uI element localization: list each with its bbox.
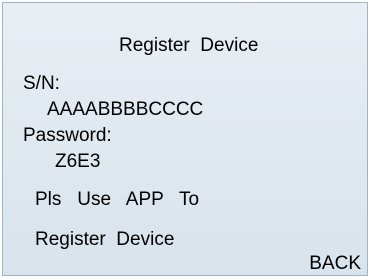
serial-number-value: AAAABBBBCCCC — [47, 99, 204, 120]
serial-number-label: S/N: — [23, 73, 60, 94]
device-screen: Register Device S/N: AAAABBBBCCCC Passwo… — [2, 2, 368, 276]
instruction-line-1: Pls Use APP To — [35, 189, 200, 210]
password-label: Password: — [23, 125, 112, 146]
back-button[interactable]: BACK — [309, 253, 361, 275]
instruction-line-2: Register Device — [35, 229, 175, 250]
screen-title: Register Device — [119, 35, 259, 56]
password-value: Z6E3 — [55, 151, 101, 172]
